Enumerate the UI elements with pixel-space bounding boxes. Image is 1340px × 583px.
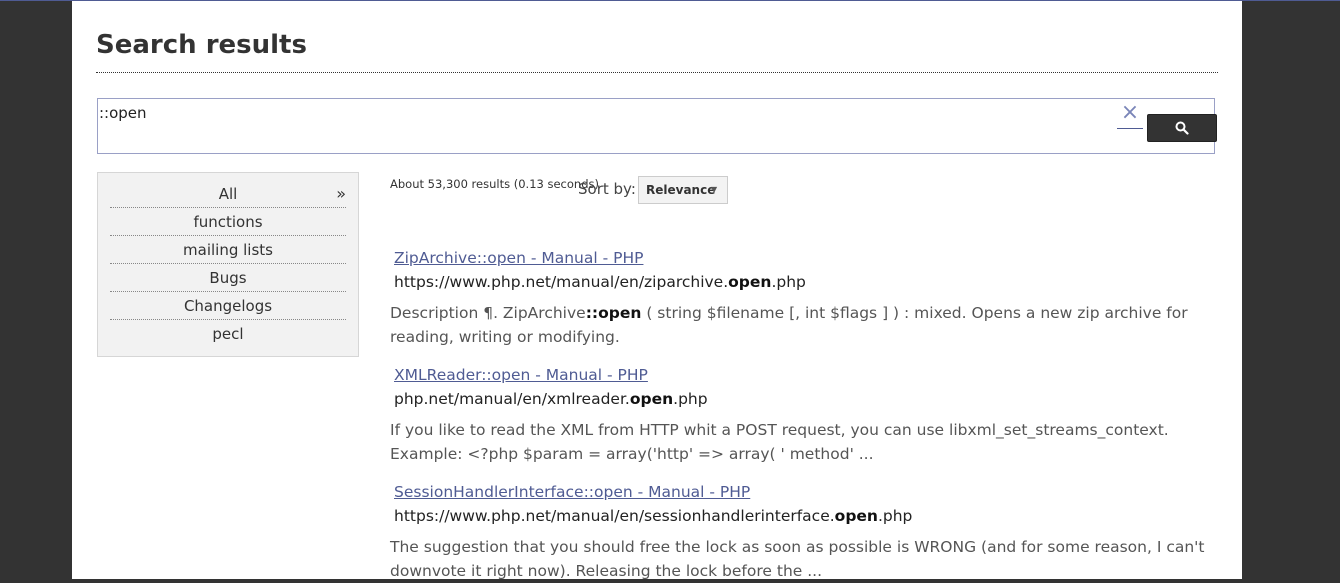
result-stats: About 53,300 results (0.13 seconds)	[390, 177, 599, 191]
facet-changelogs[interactable]: Changelogs	[110, 293, 346, 320]
result-snippet: If you like to read the XML from HTTP wh…	[390, 421, 1169, 463]
search-box: ×	[97, 98, 1217, 154]
result-title-link[interactable]: XMLReader::open - Manual - PHP	[394, 366, 648, 384]
title-divider	[96, 72, 1218, 73]
double-arrow-icon: »	[336, 184, 346, 203]
result-url: https://www.php.net/manual/en/ziparchive…	[394, 273, 806, 291]
search-button[interactable]	[1147, 114, 1217, 142]
facet-bugs[interactable]: Bugs	[110, 265, 346, 292]
refinement-sidebar: All » functions mailing lists Bugs Chang…	[97, 172, 359, 357]
result-snippet: The suggestion that you should free the …	[390, 538, 1205, 580]
facet-label: pecl	[212, 325, 244, 343]
content-panel: Search results × All » functions mailing…	[72, 1, 1242, 580]
search-icon	[1175, 121, 1189, 135]
result-title-link[interactable]: SessionHandlerInterface::open - Manual -…	[394, 483, 750, 501]
result-snippet: Description ¶. ZipArchive::open ( string…	[390, 304, 1188, 346]
sort-value: Relevance	[646, 183, 716, 197]
facet-label: Bugs	[209, 269, 247, 287]
search-input[interactable]	[98, 101, 1109, 125]
sort-dropdown[interactable]: Relevance ▼	[638, 176, 728, 204]
result-url: php.net/manual/en/xmlreader.open.php	[394, 390, 708, 408]
result-url: https://www.php.net/manual/en/sessionhan…	[394, 507, 913, 525]
caret-down-icon: ▼	[711, 185, 718, 194]
page-title: Search results	[96, 30, 307, 60]
facet-all[interactable]: All »	[110, 181, 346, 208]
facet-functions[interactable]: functions	[110, 209, 346, 236]
facet-label: All	[218, 185, 238, 203]
facet-mailing-lists[interactable]: mailing lists	[110, 237, 346, 264]
facet-label: Changelogs	[183, 297, 273, 315]
facet-label: mailing lists	[183, 241, 273, 259]
result-title-link[interactable]: ZipArchive::open - Manual - PHP	[394, 249, 643, 267]
sort-label: Sort by:	[578, 180, 636, 198]
facet-label: functions	[193, 213, 263, 231]
facet-pecl[interactable]: pecl	[110, 321, 346, 347]
clear-search-button[interactable]: ×	[1117, 100, 1143, 129]
